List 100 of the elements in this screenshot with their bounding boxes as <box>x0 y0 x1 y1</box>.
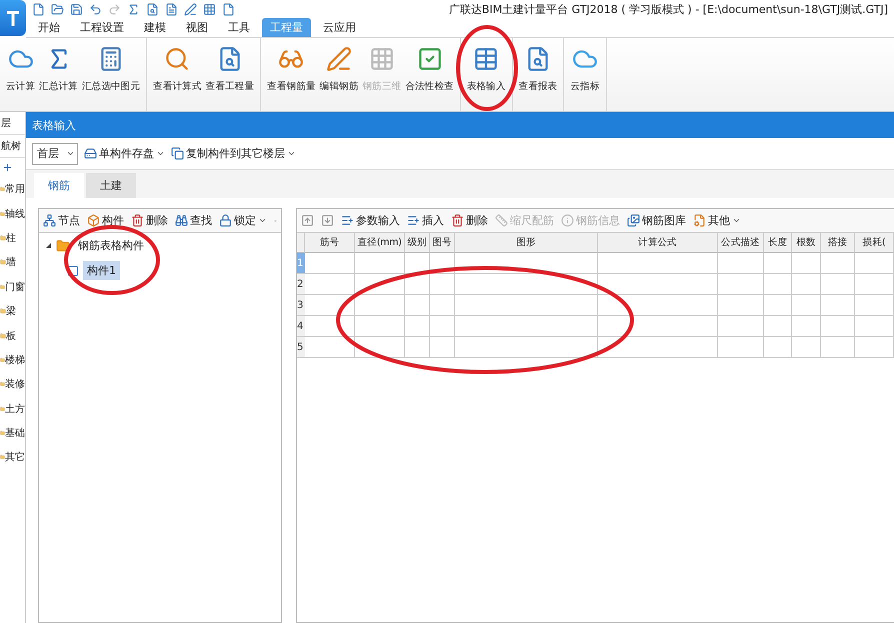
nav-item[interactable]: 楼梯 <box>5 352 25 367</box>
pen-icon[interactable] <box>184 2 197 16</box>
toolbar-button[interactable]: 其他 <box>693 213 741 228</box>
table-cell[interactable] <box>455 274 598 295</box>
table-cell[interactable] <box>430 295 455 316</box>
row-number[interactable]: 2 <box>297 274 305 295</box>
table-cell[interactable] <box>792 337 821 358</box>
table-cell[interactable] <box>718 316 764 337</box>
ribbon-button[interactable]: 查看钢筋量 <box>266 38 317 111</box>
table-cell[interactable] <box>598 337 718 358</box>
nav-item[interactable]: 土方 <box>5 402 25 416</box>
table-cell[interactable] <box>718 295 764 316</box>
menu-tab[interactable]: 开始 <box>30 18 68 37</box>
table-cell[interactable] <box>792 274 821 295</box>
table-cell[interactable] <box>821 274 855 295</box>
table-cell[interactable] <box>430 253 455 274</box>
toolbar-button[interactable]: 锁定 <box>219 213 267 228</box>
ribbon-button[interactable]: 云计算 <box>5 38 36 111</box>
nav-item[interactable]: 梁 <box>6 304 16 318</box>
table-cell[interactable] <box>598 253 718 274</box>
menu-tab[interactable]: 工程设置 <box>72 18 132 37</box>
table-cell[interactable] <box>821 337 855 358</box>
table-cell[interactable] <box>405 316 430 337</box>
table-cell[interactable] <box>405 253 430 274</box>
ribbon-button[interactable]: 查看报表 <box>518 38 558 111</box>
table-cell[interactable] <box>764 274 792 295</box>
ribbon-button[interactable]: 汇总选中图元 <box>80 38 142 111</box>
table-cell[interactable] <box>764 337 792 358</box>
tab[interactable]: 钢筋 <box>34 173 84 198</box>
ribbon-button[interactable]: 云指标 <box>569 38 601 111</box>
table-cell[interactable] <box>305 337 355 358</box>
file-icon[interactable] <box>32 2 45 16</box>
toolbar-button[interactable]: 查找 <box>175 213 212 228</box>
nav-item[interactable]: 装修 <box>5 377 25 392</box>
grid-icon[interactable] <box>203 2 216 16</box>
table-cell[interactable] <box>305 253 355 274</box>
menu-tab[interactable]: 建模 <box>136 18 174 37</box>
table-cell[interactable] <box>455 295 598 316</box>
table-cell[interactable] <box>405 337 430 358</box>
table-cell[interactable] <box>792 295 821 316</box>
menu-tab[interactable]: 云应用 <box>315 18 364 37</box>
toolbar-button[interactable]: 复制构件到其它楼层 <box>171 146 296 161</box>
toolbar-button[interactable]: 钢筋图库 <box>627 213 686 228</box>
table-cell[interactable] <box>792 253 821 274</box>
table-cell[interactable] <box>455 316 598 337</box>
table-cell[interactable] <box>355 316 405 337</box>
table-cell[interactable] <box>855 316 894 337</box>
nav-item[interactable]: 其它 <box>5 450 25 464</box>
table-cell[interactable] <box>430 316 455 337</box>
table-cell[interactable] <box>855 253 894 274</box>
document-search-icon[interactable] <box>146 2 159 16</box>
toolbar-button[interactable]: 构件 <box>87 213 124 228</box>
row-number[interactable]: 4 <box>297 316 305 337</box>
table-cell[interactable] <box>764 253 792 274</box>
tree-item[interactable]: 构件1 <box>83 261 120 280</box>
table-cell[interactable] <box>821 316 855 337</box>
table-cell[interactable] <box>455 337 598 358</box>
table-cell[interactable] <box>718 253 764 274</box>
toolbar-button[interactable]: 插入 <box>407 213 444 228</box>
table-cell[interactable] <box>855 274 894 295</box>
table-cell[interactable] <box>792 316 821 337</box>
move-down-icon[interactable] <box>321 214 334 227</box>
toolbar-button[interactable]: 删除 <box>131 213 168 228</box>
table-cell[interactable] <box>305 274 355 295</box>
toolbar-button[interactable]: 参数输入 <box>341 213 400 228</box>
expand-arrow-icon[interactable] <box>45 242 52 249</box>
nav-item[interactable]: 墙 <box>6 255 16 270</box>
nav-item[interactable]: 轴线 <box>5 206 25 221</box>
save-icon[interactable] <box>70 2 83 16</box>
document-icon[interactable] <box>165 2 178 16</box>
redo-icon[interactable] <box>108 2 121 16</box>
table-cell[interactable] <box>598 316 718 337</box>
row-number[interactable]: 5 <box>297 337 305 358</box>
table-cell[interactable] <box>855 337 894 358</box>
nav-item[interactable]: 柱 <box>6 230 16 245</box>
sigma-icon[interactable] <box>127 2 140 16</box>
table-cell[interactable] <box>455 253 598 274</box>
table-cell[interactable] <box>764 295 792 316</box>
table-cell[interactable] <box>430 337 455 358</box>
ribbon-button[interactable]: 查看工程量 <box>204 38 256 111</box>
table-cell[interactable] <box>305 316 355 337</box>
table-cell[interactable] <box>855 295 894 316</box>
table-cell[interactable] <box>355 253 405 274</box>
table-cell[interactable] <box>598 295 718 316</box>
table-cell[interactable] <box>355 337 405 358</box>
add-icon[interactable] <box>2 162 13 173</box>
ribbon-button[interactable]: 查看计算式 <box>152 38 203 111</box>
file-icon[interactable] <box>222 2 235 16</box>
row-number[interactable]: 3 <box>297 295 305 316</box>
nav-item[interactable]: 基础 <box>5 426 25 440</box>
tab[interactable]: 土建 <box>86 173 136 198</box>
ribbon-button[interactable]: 编辑钢筋 <box>318 38 360 111</box>
table-cell[interactable] <box>764 316 792 337</box>
table-cell[interactable] <box>355 295 405 316</box>
folder-icon[interactable] <box>51 2 64 16</box>
table-cell[interactable] <box>718 337 764 358</box>
table-cell[interactable] <box>430 274 455 295</box>
move-up-icon[interactable] <box>301 214 314 227</box>
toolbar-button[interactable]: 删除 <box>451 213 488 228</box>
table-cell[interactable] <box>718 274 764 295</box>
